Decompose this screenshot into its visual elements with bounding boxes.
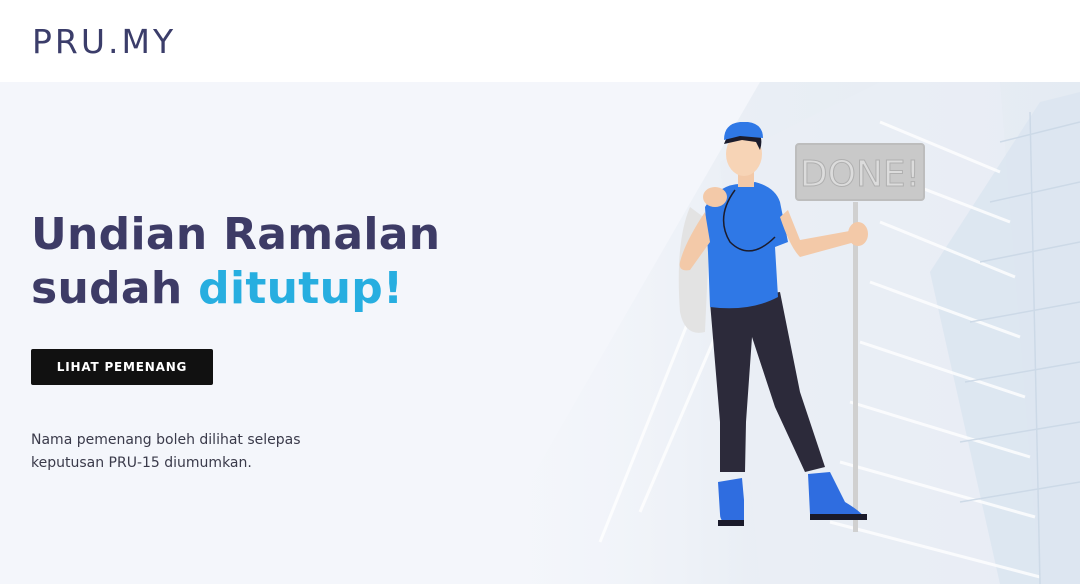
sign-pole — [853, 202, 858, 532]
left-hand — [703, 187, 727, 207]
man-holding-done-sign-illustration: DONE! — [678, 122, 925, 532]
site-header: PRU.MY — [0, 0, 1080, 82]
hero-headline: Undian Ramalan sudah ditutup! — [31, 208, 440, 316]
view-winners-button[interactable]: LIHAT PEMENANG — [31, 349, 213, 385]
left-sole — [718, 520, 744, 526]
winner-announcement-note: Nama pemenang boleh dilihat selepas kepu… — [31, 432, 301, 471]
right-arm — [780, 210, 855, 257]
trousers — [710, 292, 825, 472]
headline-accent: ditutup! — [198, 263, 404, 314]
hero-section: Undian Ramalan sudah ditutup! LIHAT PEME… — [0, 82, 1080, 584]
sign-text: DONE! — [800, 154, 920, 195]
headline-line-1: Undian Ramalan — [31, 209, 441, 260]
right-hand — [848, 222, 868, 246]
headline-line-2: sudah — [31, 263, 199, 314]
right-sole — [810, 514, 867, 520]
site-logo[interactable]: PRU.MY — [32, 22, 176, 61]
left-shoe — [718, 478, 744, 524]
